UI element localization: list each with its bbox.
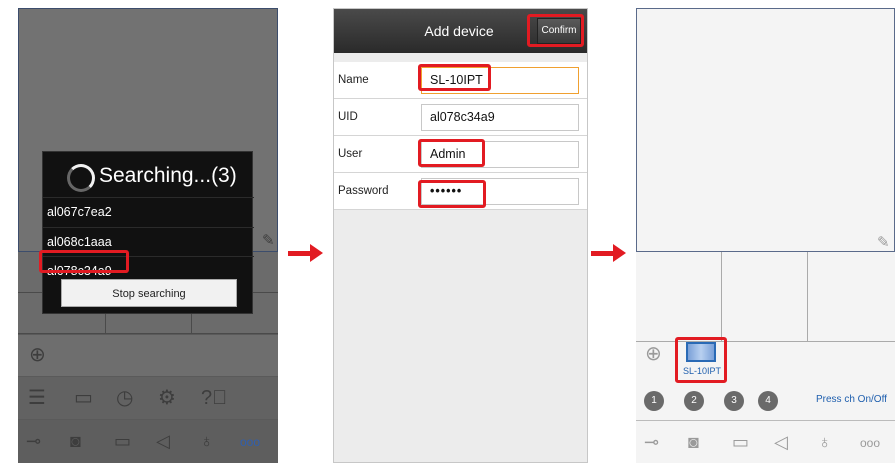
camera-icon[interactable]: ◙ — [70, 432, 81, 450]
arrow-right-icon — [288, 244, 324, 262]
channel-2-button[interactable]: 2 — [684, 391, 704, 411]
help-icon[interactable]: ?⃝ — [201, 388, 227, 408]
more-icon[interactable]: ooo — [240, 436, 260, 448]
more-icon[interactable]: ooo — [860, 437, 880, 449]
stop-searching-button[interactable]: Stop searching — [61, 279, 237, 307]
control-toolbar: ⊸ ◙ ▭ ◁ ♁ ooo — [18, 419, 278, 463]
video-icon[interactable]: ▭ — [732, 433, 749, 451]
search-panel: ✎ ⊕ ☰ ▭ ◷ ⚙ ?⃝ ⊸ ◙ ▭ ◁ ♁ ooo Searching..… — [18, 8, 278, 463]
highlight-device — [39, 250, 129, 273]
page-title: Add device — [424, 23, 494, 39]
channel-1-button[interactable]: 1 — [644, 391, 664, 411]
highlight-confirm — [527, 14, 584, 47]
play-icon[interactable]: ◷ — [116, 388, 133, 408]
add-icon[interactable]: ⊕ — [29, 345, 46, 365]
highlight-camera — [675, 337, 727, 383]
uid-field[interactable]: al078c34a9 — [421, 104, 579, 131]
field-label: User — [338, 148, 363, 160]
list-icon[interactable]: ☰ — [28, 388, 46, 408]
channel-grid — [636, 252, 895, 342]
function-toolbar: ☰ ▭ ◷ ⚙ ?⃝ — [18, 376, 278, 419]
dialog-title: Searching...(3) — [99, 164, 237, 187]
add-icon[interactable]: ⊕ — [645, 344, 662, 364]
field-label: UID — [338, 111, 358, 123]
field-label: Name — [338, 74, 369, 86]
arrow-right-icon — [591, 244, 627, 262]
speaker-icon[interactable]: ◁ — [156, 432, 170, 450]
loading-spinner-icon — [67, 164, 95, 192]
search-dialog: Searching...(3) al067c7ea2 al068c1aaa al… — [42, 151, 254, 314]
highlight-name — [418, 64, 491, 91]
device-item[interactable]: al067c7ea2 — [43, 197, 254, 226]
highlight-user — [418, 139, 485, 167]
speaker-icon[interactable]: ◁ — [774, 433, 788, 451]
add-bar: ⊕ — [18, 334, 278, 376]
microphone-icon[interactable]: ♁ — [200, 432, 214, 450]
video-view[interactable]: ✎ — [636, 8, 895, 252]
press-channel-hint: Press ch On/Off — [816, 394, 887, 405]
form-row-uid: UID al078c34a9 — [334, 99, 587, 136]
key-icon[interactable]: ⊸ — [644, 433, 659, 451]
key-icon[interactable]: ⊸ — [26, 432, 41, 450]
live-view-panel: ✎ ⊕ SL-10IPT 1 2 3 4 Press ch On/Off ⊸ ◙… — [636, 8, 895, 463]
control-toolbar: ⊸ ◙ ▭ ◁ ♁ ooo — [636, 420, 895, 463]
microphone-icon[interactable]: ♁ — [818, 433, 832, 451]
field-label: Password — [338, 185, 389, 197]
highlight-password — [418, 180, 486, 208]
camera-icon[interactable]: ◙ — [688, 433, 699, 451]
settings-icon[interactable]: ⚙ — [158, 388, 176, 408]
folder-icon[interactable]: ▭ — [74, 388, 93, 408]
edit-icon[interactable]: ✎ — [877, 233, 890, 251]
edit-icon[interactable]: ✎ — [262, 231, 275, 249]
channel-4-button[interactable]: 4 — [758, 391, 778, 411]
video-icon[interactable]: ▭ — [114, 432, 131, 450]
channel-3-button[interactable]: 3 — [724, 391, 744, 411]
